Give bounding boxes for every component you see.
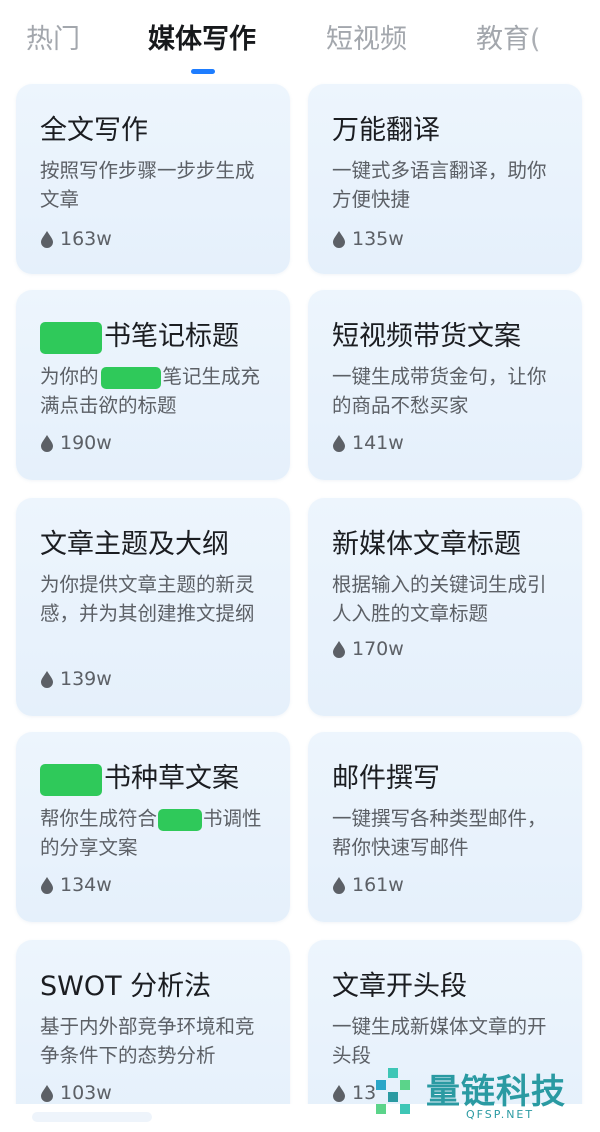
- tool-card-seeding-copy[interactable]: 书种草文案 帮你生成符合 书调性的分享文案 134w: [16, 732, 290, 922]
- watermark-text: 量链科技: [426, 1072, 566, 1112]
- card-view-count: 103w: [40, 1080, 112, 1106]
- card-description: 按照写作步骤一步步生成文章: [40, 159, 255, 211]
- card-view-count: 161w: [332, 872, 404, 898]
- card-title: 书种草文案: [40, 756, 239, 796]
- card-view-count: 163w: [40, 226, 112, 252]
- view-count-value: 190w: [60, 432, 112, 454]
- card-title: 文章主题及大纲: [40, 529, 229, 560]
- card-description: 帮你生成符合 书调性的分享文案: [40, 804, 272, 862]
- card-description: 一键生成带货金句，让你的商品不愁买家: [332, 365, 547, 417]
- card-view-count: 170w: [332, 636, 404, 662]
- tool-card-new-media-title[interactable]: 新媒体文章标题 根据输入的关键词生成引人入胜的文章标题 170w: [308, 498, 582, 716]
- redaction-mark: [158, 808, 203, 831]
- card-view-count: 141w: [332, 430, 404, 456]
- tab-short-video[interactable]: 短视频: [326, 18, 407, 62]
- view-count-value: 163w: [60, 228, 112, 250]
- view-count-value: 170w: [352, 638, 404, 660]
- tab-hot[interactable]: 热门: [26, 18, 80, 62]
- redaction-mark: [100, 366, 161, 389]
- watermark: 量链科技 QFSP.NET: [370, 1058, 600, 1132]
- card-description-start: 为你的: [40, 365, 99, 388]
- card-title-text: 书种草文案: [104, 763, 239, 794]
- tool-card-universal-translation[interactable]: 万能翻译 一键式多语言翻译，助你方便快捷 135w: [308, 84, 582, 274]
- tool-card-full-text-writing[interactable]: 全文写作 按照写作步骤一步步生成文章 163w: [16, 84, 290, 274]
- view-count-value: 103w: [60, 1082, 112, 1104]
- flame-drop-icon: [333, 641, 345, 658]
- flame-drop-icon: [333, 877, 345, 894]
- card-view-count: 134w: [40, 872, 112, 898]
- tool-card-notes-title[interactable]: 书笔记标题 为你的 笔记生成充满点击欲的标题 190w: [16, 290, 290, 480]
- card-description: 为你提供文章主题的新灵感，并为其创建推文提纲: [40, 573, 255, 625]
- card-description: 为你的 笔记生成充满点击欲的标题: [40, 362, 272, 420]
- next-card-peek: [32, 1112, 152, 1122]
- flame-drop-icon: [41, 671, 53, 688]
- flame-drop-icon: [333, 1085, 345, 1102]
- card-title-text: 书笔记标题: [104, 321, 239, 352]
- view-count-value: 135w: [352, 228, 404, 250]
- flame-drop-icon: [41, 231, 53, 248]
- tool-card-video-sales-copy[interactable]: 短视频带货文案 一键生成带货金句，让你的商品不愁买家 141w: [308, 290, 582, 480]
- flame-drop-icon: [333, 435, 345, 452]
- flame-drop-icon: [41, 435, 53, 452]
- card-description-start: 帮你生成符合: [40, 807, 158, 830]
- tab-media-writing[interactable]: 媒体写作: [148, 18, 256, 62]
- card-description: 基于内外部竞争环境和竞争条件下的态势分析: [40, 1015, 255, 1067]
- category-tab-bar: 热门 媒体写作 短视频 教育(: [0, 0, 600, 78]
- tool-card-email-writing[interactable]: 邮件撰写 一键撰写各种类型邮件，帮你快速写邮件 161w: [308, 732, 582, 922]
- card-title: 文章开头段: [332, 971, 467, 1002]
- view-count-value: 161w: [352, 874, 404, 896]
- view-count-value: 141w: [352, 432, 404, 454]
- redaction-mark: [40, 321, 102, 354]
- card-title: SWOT 分析法: [40, 971, 212, 1002]
- watermark-logo-icon: [376, 1068, 410, 1114]
- view-count-value: 134w: [60, 874, 112, 896]
- flame-drop-icon: [333, 231, 345, 248]
- card-title: 短视频带货文案: [332, 321, 521, 352]
- card-description: 根据输入的关键词生成引人入胜的文章标题: [332, 573, 547, 625]
- card-title: 书笔记标题: [40, 314, 239, 354]
- card-title: 全文写作: [40, 115, 148, 146]
- card-description: 一键式多语言翻译，助你方便快捷: [332, 159, 547, 211]
- tool-card-swot-analysis[interactable]: SWOT 分析法 基于内外部竞争环境和竞争条件下的态势分析 103w: [16, 940, 290, 1130]
- card-title: 新媒体文章标题: [332, 529, 521, 560]
- active-tab-indicator: [191, 69, 215, 74]
- card-title: 万能翻译: [332, 115, 440, 146]
- card-view-count: 139w: [40, 666, 112, 692]
- flame-drop-icon: [41, 1085, 53, 1102]
- tool-card-article-outline[interactable]: 文章主题及大纲 为你提供文章主题的新灵感，并为其创建推文提纲 139w: [16, 498, 290, 716]
- view-count-value: 139w: [60, 668, 112, 690]
- card-view-count: 135w: [332, 226, 404, 252]
- redaction-mark: [40, 763, 102, 796]
- flame-drop-icon: [41, 877, 53, 894]
- card-title: 邮件撰写: [332, 763, 440, 794]
- card-view-count: 190w: [40, 430, 112, 456]
- app-page: 热门 媒体写作 短视频 教育( 全文写作 按照写作步骤一步步生成文章 163w …: [0, 0, 600, 1132]
- watermark-url: QFSP.NET: [466, 1108, 535, 1121]
- tab-overflow-fade: [530, 10, 600, 66]
- card-description: 一键撰写各种类型邮件，帮你快速写邮件: [332, 807, 547, 859]
